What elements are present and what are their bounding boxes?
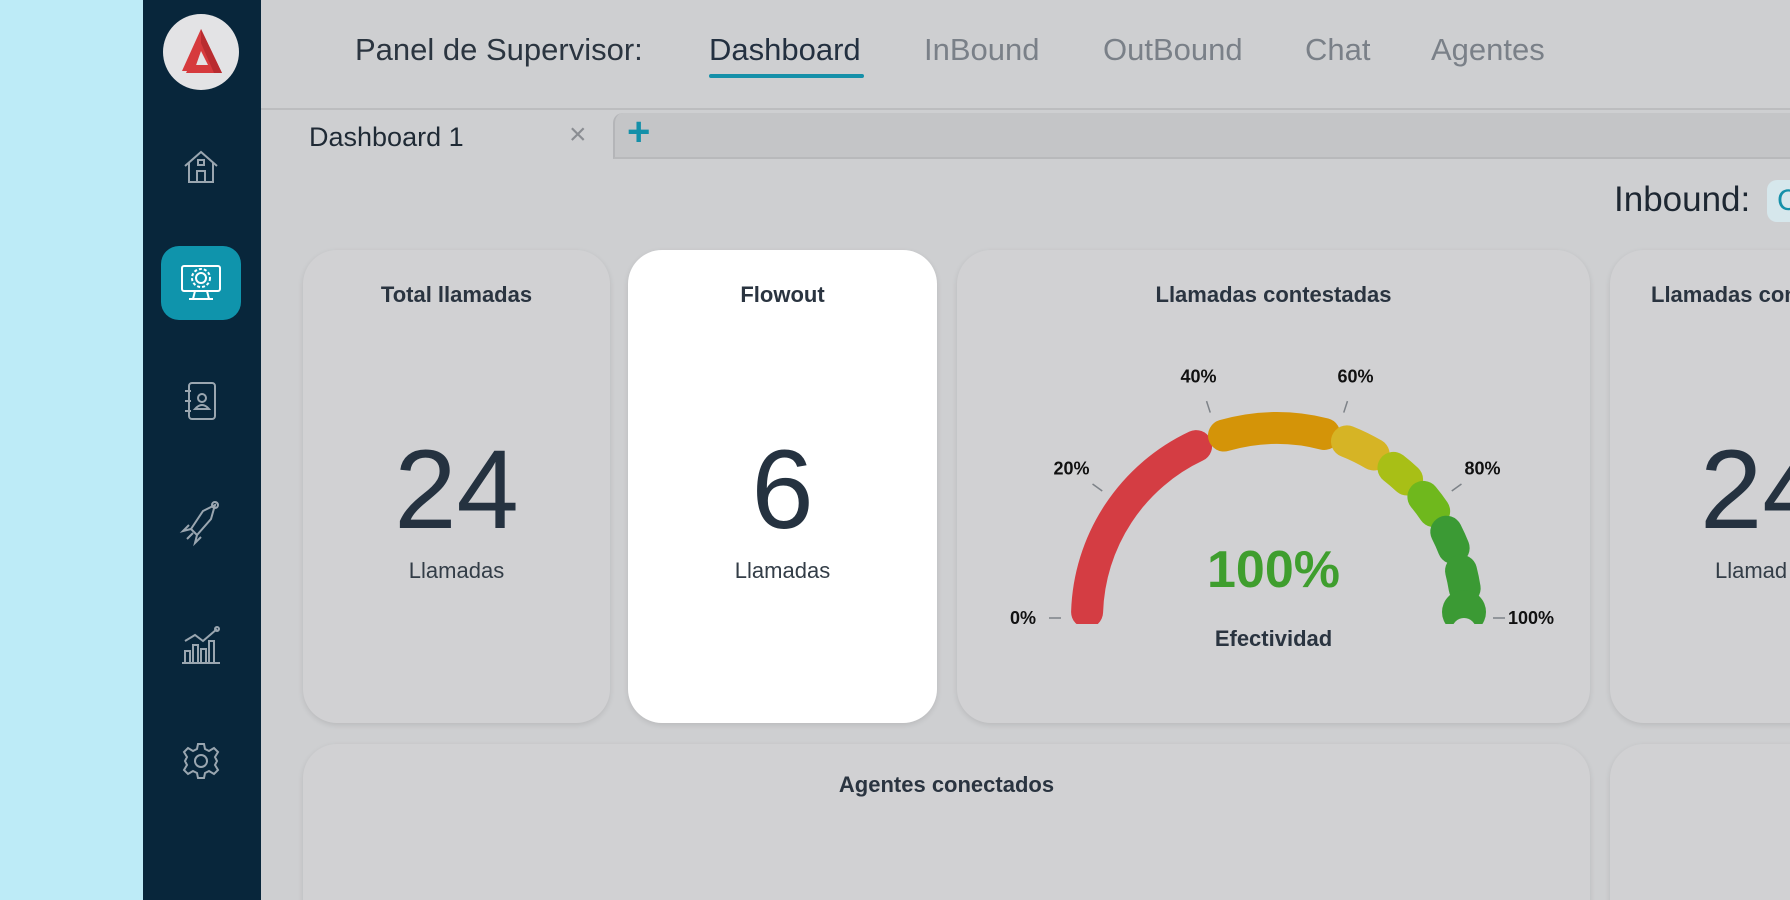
- card-total-llamadas: Total llamadas 24 Llamadas: [303, 250, 610, 723]
- header: Panel de Supervisor: Dashboard InBound O…: [261, 0, 1790, 110]
- card-flowout: Flowout 6 Llamadas: [628, 250, 937, 723]
- sidebar-item-supervisor[interactable]: [161, 246, 241, 320]
- card-llamadas-contestadas: Llamadas contestadas 0% 20% 40% 60% 80% 100% …: [957, 250, 1590, 723]
- card-unit: Llamadas: [408, 558, 505, 583]
- gauge-segment: [1407, 480, 1451, 528]
- gauge-segment: [1207, 412, 1341, 452]
- home-icon: [184, 150, 218, 183]
- analytics-chart-icon: [182, 626, 220, 664]
- sidebar-item-reports[interactable]: [161, 608, 241, 682]
- sidebar: [143, 0, 261, 900]
- gauge-percent: 100%: [1207, 541, 1340, 599]
- tab-inbound[interactable]: InBound: [924, 32, 1040, 68]
- gauge-tick-label: 20%: [1053, 459, 1089, 479]
- gauge-tick-label: 40%: [1180, 366, 1216, 386]
- card-value: 24: [1700, 427, 1790, 552]
- gauge-tick-label: 60%: [1337, 366, 1373, 386]
- close-tab-icon[interactable]: ×: [569, 120, 587, 150]
- contacts-book-icon: [185, 382, 216, 420]
- background-strip: [0, 0, 143, 900]
- card-agentes-conectados: Agentes conectados: [303, 744, 1590, 900]
- logo-icon: [182, 29, 222, 73]
- sidebar-item-settings[interactable]: [161, 724, 241, 798]
- main-content: Panel de Supervisor: Dashboard InBound O…: [261, 0, 1790, 900]
- gauge-tick: [1343, 400, 1349, 413]
- gauge-tick-label: 100%: [1508, 608, 1554, 628]
- tab-dashboard[interactable]: Dashboard: [709, 32, 861, 68]
- gauge-segment: [1330, 425, 1390, 471]
- page-title: Panel de Supervisor:: [355, 32, 643, 67]
- card-partial-bottom: [1610, 744, 1790, 900]
- sidebar-item-contacts[interactable]: [161, 364, 241, 438]
- card-title: Total llamadas: [380, 282, 533, 307]
- card-title: Llamadas con: [1651, 282, 1790, 307]
- tab-outbound[interactable]: OutBound: [1103, 32, 1243, 68]
- card-unit: Llamadas: [734, 558, 831, 583]
- settings-gear-icon: [182, 743, 220, 779]
- sidebar-item-campaigns[interactable]: [161, 486, 241, 560]
- card-title: Flowout: [740, 282, 825, 307]
- gauge-tick: [1205, 400, 1211, 413]
- dashboard-tab-strip: [613, 113, 1790, 159]
- monitor-gear-icon: [181, 265, 221, 300]
- active-tab-indicator: [709, 74, 864, 78]
- gauge-tick: [1092, 483, 1103, 492]
- gauge-segment: [1377, 451, 1424, 496]
- gauge-tick-label: 80%: [1464, 459, 1500, 479]
- dashboard-tab-label[interactable]: Dashboard 1: [309, 122, 464, 153]
- inbound-filter-select[interactable]: C: [1767, 180, 1790, 222]
- inbound-filter-label: Inbound:: [1614, 180, 1751, 219]
- gauge-tick-label: 0%: [1010, 608, 1036, 628]
- gauge-tick: [1451, 483, 1462, 492]
- card-llamadas-partial: Llamadas con 24 Llamad: [1610, 250, 1790, 723]
- card-unit: Llamad: [1715, 558, 1788, 583]
- add-tab-button[interactable]: +: [627, 112, 650, 152]
- brand-logo[interactable]: [163, 14, 239, 90]
- gauge-label: Efectividad: [1214, 626, 1333, 651]
- card-title: Agentes conectados: [838, 772, 1055, 797]
- rocket-icon: [179, 501, 219, 547]
- card-value: 24: [394, 427, 519, 552]
- card-value: 6: [751, 427, 814, 552]
- effectiveness-gauge: 0% 20% 40% 60% 80% 100%: [957, 366, 1590, 684]
- tab-agentes[interactable]: Agentes: [1431, 32, 1545, 68]
- tab-chat[interactable]: Chat: [1305, 32, 1370, 68]
- sidebar-item-home[interactable]: [161, 130, 241, 204]
